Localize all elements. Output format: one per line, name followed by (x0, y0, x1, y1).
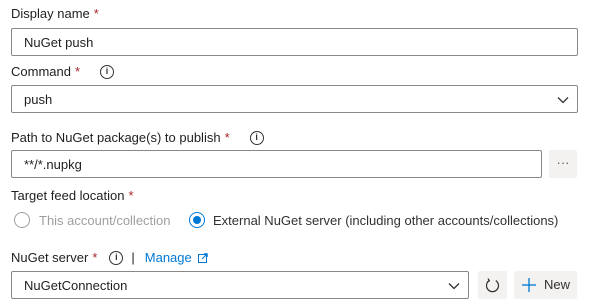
info-icon[interactable]: i (109, 250, 124, 265)
target-feed-label: Target feed location * (11, 188, 134, 203)
radio-external-server[interactable] (189, 212, 205, 228)
plus-icon (522, 278, 536, 292)
nuget-server-select[interactable]: NuGetConnection (11, 271, 469, 299)
info-icon[interactable]: i (249, 130, 264, 145)
chevron-down-icon (557, 97, 569, 104)
radio-label-this-account: This account/collection (39, 213, 171, 228)
external-link-icon[interactable] (197, 252, 208, 263)
radio-label-external-server: External NuGet server (including other a… (213, 213, 559, 228)
required-marker: * (128, 188, 134, 203)
required-marker: * (92, 250, 98, 265)
browse-button[interactable]: ··· (549, 150, 577, 178)
refresh-icon (485, 278, 500, 293)
path-label: Path to NuGet package(s) to publish * i (11, 130, 264, 145)
separator: | (131, 250, 135, 265)
command-label: Command * i (11, 64, 115, 79)
nuget-server-label: NuGet server * i | Manage (11, 250, 208, 265)
path-input[interactable]: **/*.nupkg (11, 150, 542, 178)
manage-link[interactable]: Manage (145, 250, 192, 265)
required-marker: * (93, 6, 99, 21)
required-marker: * (74, 64, 81, 79)
command-select[interactable]: push (11, 85, 578, 113)
chevron-down-icon (448, 283, 460, 290)
display-name-label: Display name * (11, 6, 99, 21)
new-connection-button[interactable]: New (514, 271, 577, 299)
display-name-input[interactable]: NuGet push (11, 28, 578, 56)
radio-this-account[interactable] (14, 212, 30, 228)
required-marker: * (224, 130, 230, 145)
info-icon[interactable]: i (100, 64, 115, 79)
refresh-button[interactable] (478, 271, 507, 299)
